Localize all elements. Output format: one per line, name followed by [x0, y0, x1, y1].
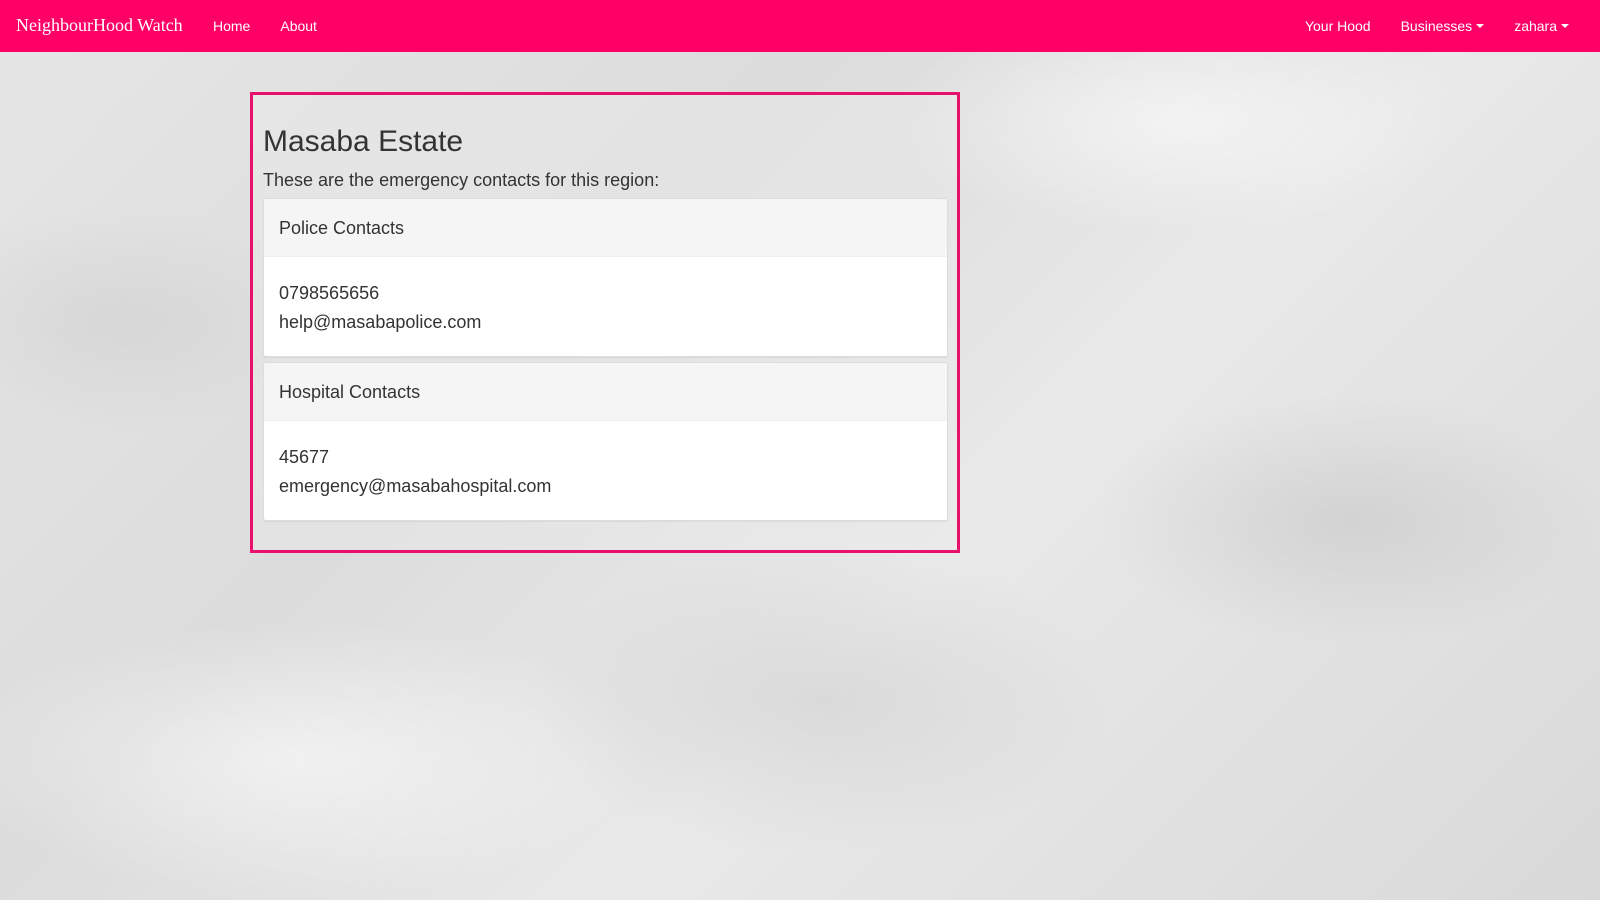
hospital-email: emergency@masabahospital.com — [279, 476, 552, 496]
hospital-contacts-body: 45677 emergency@masabahospital.com — [264, 421, 947, 501]
user-dropdown-label: zahara — [1514, 18, 1557, 34]
user-dropdown[interactable]: zahara — [1499, 18, 1584, 34]
nav-your-hood-label: Your Hood — [1304, 18, 1371, 34]
police-contacts-body: 0798565656 help@masabapolice.com — [264, 257, 947, 337]
nav-your-hood-link[interactable]: Your Hood — [1290, 18, 1386, 34]
nav-home-link[interactable]: Home — [198, 18, 265, 34]
caret-down-icon — [1476, 24, 1485, 28]
police-contacts-heading: Police Contacts — [264, 199, 947, 257]
caret-down-icon — [1561, 24, 1569, 28]
police-email: help@masabapolice.com — [279, 312, 482, 332]
nav-right: Your Hood Businesses zahara — [1290, 0, 1584, 52]
nav-about-link[interactable]: About — [265, 18, 332, 34]
region-title: Masaba Estate — [263, 125, 464, 158]
region-contacts-box: Masaba Estate These are the emergency co… — [250, 92, 960, 553]
top-navbar: NeighbourHood Watch Home About Your Hood… — [0, 0, 1600, 52]
hospital-contacts-heading: Hospital Contacts — [264, 363, 947, 421]
police-contacts-panel: Police Contacts 0798565656 help@masabapo… — [263, 198, 948, 357]
region-subtitle: These are the emergency contacts for thi… — [263, 170, 660, 190]
hospital-contacts-panel: Hospital Contacts 45677 emergency@masaba… — [263, 362, 948, 521]
businesses-dropdown-label: Businesses — [1400, 18, 1473, 34]
police-phone: 0798565656 — [279, 283, 380, 303]
hospital-phone: 45677 — [279, 447, 330, 467]
brand-link[interactable]: NeighbourHood Watch — [16, 15, 183, 36]
businesses-dropdown[interactable]: Businesses — [1386, 18, 1500, 34]
nav-left: Home About — [198, 0, 332, 52]
